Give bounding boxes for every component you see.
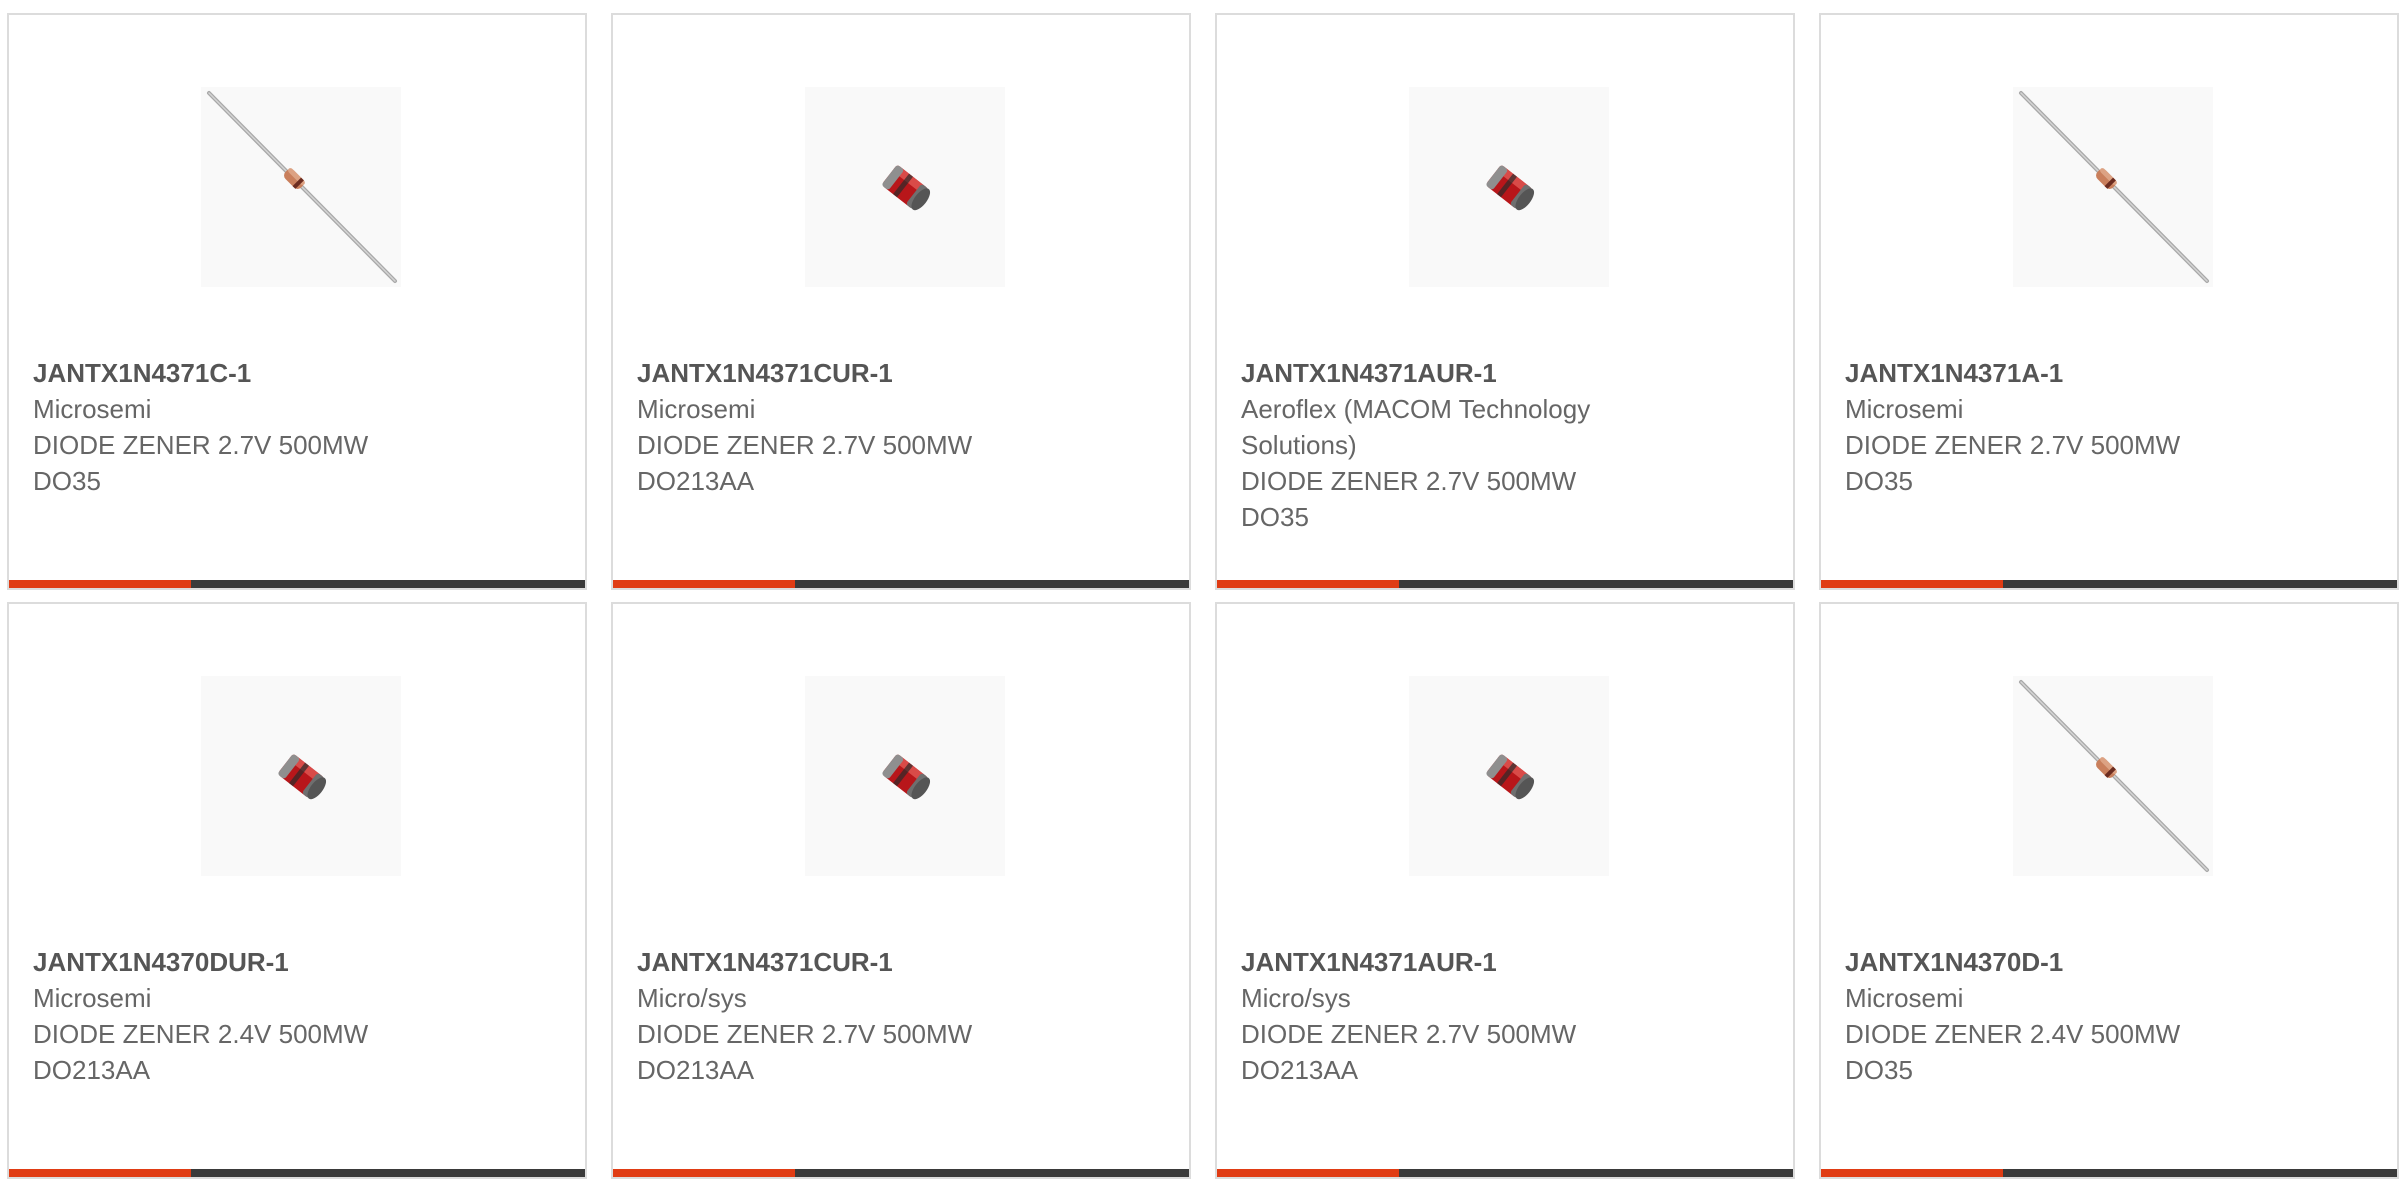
description: DIODE ZENER 2.7V 500MW xyxy=(637,1019,973,1049)
part-number[interactable]: JANTX1N4371A-1 xyxy=(1845,355,2265,391)
part-number[interactable]: JANTX1N4371AUR-1 xyxy=(1241,944,1661,980)
melf-diode-icon xyxy=(1486,754,1535,800)
manufacturer: Aeroflex (MACOM Technology Solutions) xyxy=(1241,394,1591,460)
product-grid: JANTX1N4371C-1 Microsemi DIODE ZENER 2.7… xyxy=(7,13,2399,1179)
card-accent-bar xyxy=(9,1169,191,1177)
melf-diode-icon xyxy=(882,165,931,211)
manufacturer: Micro/sys xyxy=(637,983,747,1013)
card-accent-bar xyxy=(613,1169,795,1177)
manufacturer: Micro/sys xyxy=(1241,983,1351,1013)
axial-diode-icon xyxy=(2019,91,2209,283)
card-footer-bar xyxy=(1821,1169,2397,1177)
description: DIODE ZENER 2.7V 500MW xyxy=(1241,466,1577,496)
description: DIODE ZENER 2.7V 500MW xyxy=(637,430,973,460)
product-info: JANTX1N4371C-1 Microsemi DIODE ZENER 2.7… xyxy=(33,355,453,499)
card-footer-bar xyxy=(1217,1169,1793,1177)
card-footer-bar xyxy=(9,1169,585,1177)
manufacturer: Microsemi xyxy=(33,983,152,1013)
card-accent-bar xyxy=(1217,1169,1399,1177)
manufacturer: Microsemi xyxy=(1845,983,1964,1013)
description: DIODE ZENER 2.7V 500MW xyxy=(1241,1019,1577,1049)
product-info: JANTX1N4371A-1 Microsemi DIODE ZENER 2.7… xyxy=(1845,355,2265,499)
description: DIODE ZENER 2.7V 500MW xyxy=(1845,430,2181,460)
axial-diode-icon xyxy=(2019,680,2209,872)
description: DIODE ZENER 2.4V 500MW xyxy=(1845,1019,2181,1049)
melf-diode-icon xyxy=(278,754,327,800)
part-number[interactable]: JANTX1N4370D-1 xyxy=(1845,944,2265,980)
product-image[interactable] xyxy=(2013,87,2213,287)
product-card[interactable]: JANTX1N4370D-1 Microsemi DIODE ZENER 2.4… xyxy=(1819,602,2399,1179)
product-image[interactable] xyxy=(201,676,401,876)
description: DIODE ZENER 2.4V 500MW xyxy=(33,1019,369,1049)
part-number[interactable]: JANTX1N4371CUR-1 xyxy=(637,944,1057,980)
product-image[interactable] xyxy=(805,87,1005,287)
product-image[interactable] xyxy=(1409,676,1609,876)
package: DO213AA xyxy=(33,1055,151,1085)
package: DO213AA xyxy=(637,466,755,496)
product-info: JANTX1N4370DUR-1 Microsemi DIODE ZENER 2… xyxy=(33,944,453,1088)
product-image[interactable] xyxy=(2013,676,2213,876)
card-footer-bar xyxy=(613,580,1189,588)
product-image[interactable] xyxy=(201,87,401,287)
product-card[interactable]: JANTX1N4371AUR-1 Aeroflex (MACOM Technol… xyxy=(1215,13,1795,590)
card-accent-bar xyxy=(613,580,795,588)
melf-diode-icon xyxy=(1486,165,1535,211)
card-accent-bar xyxy=(1821,1169,2003,1177)
product-info: JANTX1N4371CUR-1 Microsemi DIODE ZENER 2… xyxy=(637,355,1057,499)
product-info: JANTX1N4371CUR-1 Micro/sys DIODE ZENER 2… xyxy=(637,944,1057,1088)
card-footer-bar xyxy=(613,1169,1189,1177)
card-footer-bar xyxy=(1217,580,1793,588)
product-card[interactable]: JANTX1N4370DUR-1 Microsemi DIODE ZENER 2… xyxy=(7,602,587,1179)
card-footer-bar xyxy=(9,580,585,588)
card-accent-bar xyxy=(1821,580,2003,588)
product-card[interactable]: JANTX1N4371C-1 Microsemi DIODE ZENER 2.7… xyxy=(7,13,587,590)
manufacturer: Microsemi xyxy=(637,394,756,424)
part-number[interactable]: JANTX1N4371CUR-1 xyxy=(637,355,1057,391)
product-info: JANTX1N4370D-1 Microsemi DIODE ZENER 2.4… xyxy=(1845,944,2265,1088)
package: DO213AA xyxy=(637,1055,755,1085)
card-footer-bar xyxy=(1821,580,2397,588)
package: DO35 xyxy=(33,466,101,496)
package: DO213AA xyxy=(1241,1055,1359,1085)
package: DO35 xyxy=(1845,1055,1913,1085)
product-image[interactable] xyxy=(805,676,1005,876)
package: DO35 xyxy=(1241,502,1309,532)
product-image[interactable] xyxy=(1409,87,1609,287)
axial-diode-icon xyxy=(207,91,397,283)
product-info: JANTX1N4371AUR-1 Micro/sys DIODE ZENER 2… xyxy=(1241,944,1661,1088)
manufacturer: Microsemi xyxy=(33,394,152,424)
manufacturer: Microsemi xyxy=(1845,394,1964,424)
melf-diode-icon xyxy=(882,754,931,800)
card-accent-bar xyxy=(1217,580,1399,588)
description: DIODE ZENER 2.7V 500MW xyxy=(33,430,369,460)
product-card[interactable]: JANTX1N4371AUR-1 Micro/sys DIODE ZENER 2… xyxy=(1215,602,1795,1179)
part-number[interactable]: JANTX1N4370DUR-1 xyxy=(33,944,453,980)
card-accent-bar xyxy=(9,580,191,588)
product-card[interactable]: JANTX1N4371A-1 Microsemi DIODE ZENER 2.7… xyxy=(1819,13,2399,590)
part-number[interactable]: JANTX1N4371C-1 xyxy=(33,355,453,391)
product-card[interactable]: JANTX1N4371CUR-1 Microsemi DIODE ZENER 2… xyxy=(611,13,1191,590)
part-number[interactable]: JANTX1N4371AUR-1 xyxy=(1241,355,1661,391)
product-card[interactable]: JANTX1N4371CUR-1 Micro/sys DIODE ZENER 2… xyxy=(611,602,1191,1179)
package: DO35 xyxy=(1845,466,1913,496)
product-info: JANTX1N4371AUR-1 Aeroflex (MACOM Technol… xyxy=(1241,355,1661,535)
